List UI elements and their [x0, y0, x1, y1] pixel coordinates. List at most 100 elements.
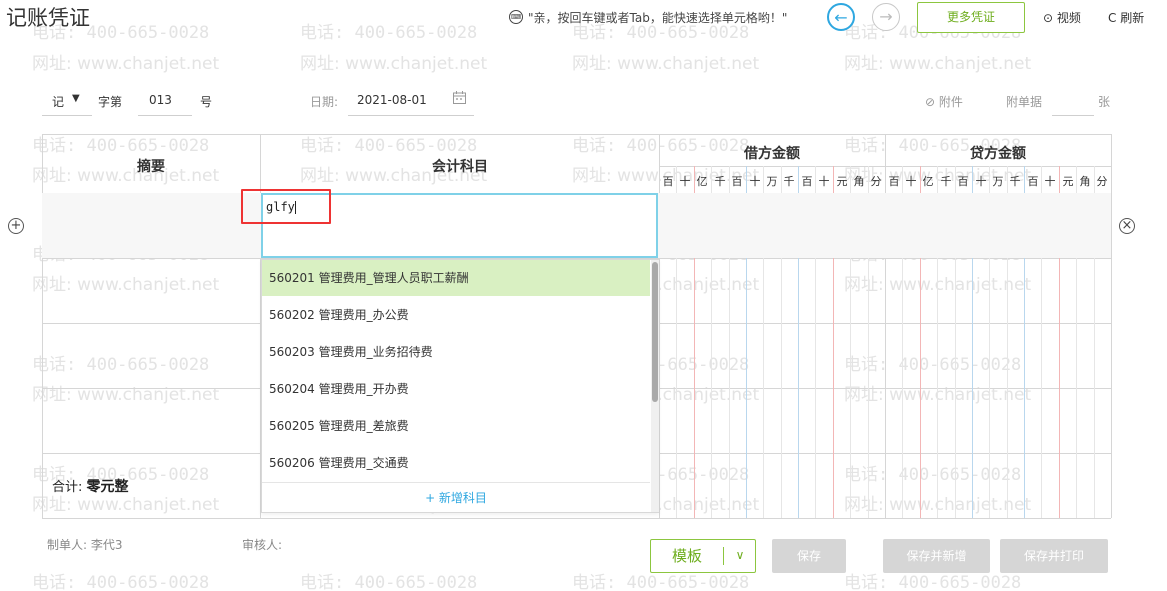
debit-digit-label: 百 [801, 175, 813, 188]
grid-vline [42, 134, 43, 518]
credit-digit-label: 亿 [922, 175, 934, 188]
credit-digit-label: 百 [1027, 175, 1039, 188]
add-account-button[interactable]: + 新增科目 [262, 482, 650, 512]
watermark-phone: 电话: 400-665-0028 [300, 573, 478, 591]
refresh-icon: C [1108, 11, 1117, 25]
account-dropdown: 560201 管理费用_管理人员职工薪酬 560202 管理费用_办公费 560… [261, 259, 659, 513]
grid-hline [42, 518, 1111, 519]
watermark-url: 网址: www.chanjet.net [572, 54, 760, 74]
credit-digit-label: 分 [1096, 175, 1108, 188]
credit-digit-label: 角 [1079, 175, 1091, 188]
total-row: 合计: 零元整 [52, 476, 129, 496]
refresh-label: 刷新 [1120, 11, 1145, 25]
debit-digit-label: 角 [853, 175, 865, 188]
save-and-print-button[interactable]: 保存并打印 [1000, 539, 1108, 573]
credit-digit-label: 千 [940, 175, 952, 188]
date-input[interactable]: 2021-08-01 [348, 90, 474, 116]
col-debit-header: 借方金额 [744, 146, 800, 162]
zi-label: 字第 [98, 95, 123, 109]
watermark-phone: 电话: 400-665-0028 [844, 355, 1022, 375]
save-and-new-button[interactable]: 保存并新增 [883, 539, 990, 573]
template-divider [723, 547, 724, 565]
watermark-phone: 电话: 400-665-0028 [844, 465, 1022, 485]
caret-down-icon: ▼ [72, 93, 80, 104]
dropdown-scrollbar[interactable] [651, 260, 659, 512]
watermark-url: 网址: www.chanjet.net [300, 54, 488, 74]
refresh-button[interactable]: C 刷新 [1108, 9, 1144, 26]
watermark-phone: 电话: 400-665-0028 [32, 355, 210, 375]
grid-vline [885, 134, 886, 518]
bill-unit: 张 [1098, 95, 1111, 109]
debit-digit-label: 元 [836, 175, 848, 188]
credit-digit-label: 百 [888, 175, 900, 188]
col-summary-header: 摘要 [137, 159, 165, 175]
maker-info: 制单人: 李代3 [47, 536, 123, 553]
watermark-url: 网址: www.chanjet.net [32, 385, 220, 405]
debit-digit-label: 百 [662, 175, 674, 188]
dropdown-option[interactable]: 560206 管理费用_交通费 [262, 445, 650, 481]
video-label: 视频 [1056, 11, 1081, 25]
date-label: 日期: [310, 95, 339, 109]
calendar-icon[interactable] [452, 90, 467, 105]
next-voucher-button[interactable]: → [872, 3, 900, 31]
dropdown-option[interactable]: 560205 管理费用_差旅费 [262, 408, 650, 444]
col-account-header: 会计科目 [432, 159, 488, 175]
more-vouchers-button[interactable]: 更多凭证 [917, 2, 1025, 33]
bill-count-input[interactable] [1052, 92, 1094, 116]
voucher-number-input[interactable]: 013 [138, 92, 192, 116]
watermark-phone: 电话: 400-665-0028 [300, 23, 478, 43]
credit-digit-label: 百 [957, 175, 969, 188]
credit-digit-label: 十 [905, 175, 917, 188]
col-credit-header: 贷方金额 [970, 146, 1026, 162]
grid-vline [659, 134, 660, 518]
dropdown-option[interactable]: 560204 管理费用_开办费 [262, 371, 650, 407]
debit-digit-label: 十 [749, 175, 761, 188]
date-value: 2021-08-01 [357, 93, 427, 107]
maker-label: 制单人: [47, 538, 88, 552]
debit-digit-label: 十 [679, 175, 691, 188]
page-title: 记账凭证 [6, 6, 90, 30]
maker-name: 李代3 [90, 538, 123, 552]
watermark-phone: 电话: 400-665-0028 [32, 573, 210, 591]
total-label: 合计: [52, 480, 83, 495]
debit-digit-label: 百 [731, 175, 743, 188]
reviewer-label: 审核人: [242, 538, 283, 552]
save-button[interactable]: 保存 [772, 539, 846, 573]
watermark-url: 网址: www.chanjet.net [32, 275, 220, 295]
prev-voucher-button[interactable]: ← [827, 3, 855, 31]
debit-digit-label: 千 [714, 175, 726, 188]
voucher-type-select[interactable]: 记 ▼ [42, 92, 92, 116]
dropdown-option[interactable]: 560201 管理费用_管理人员职工薪酬 [262, 260, 650, 296]
chevron-down-icon[interactable]: ∨ [727, 540, 753, 572]
grid-hline [42, 134, 1111, 135]
credit-digit-label: 十 [1044, 175, 1056, 188]
voucher-type-value: 记 [52, 95, 65, 109]
hao-label: 号 [200, 95, 213, 109]
debit-digit-label: 十 [818, 175, 830, 188]
dropdown-option[interactable]: 560202 管理费用_办公费 [262, 297, 650, 333]
attachment-button[interactable]: ⊘ 附件 [925, 93, 963, 110]
attachment-label: 附件 [938, 95, 963, 109]
debit-digit-label: 分 [870, 175, 882, 188]
voucher-number-value: 013 [149, 93, 172, 107]
debit-digit-label: 千 [783, 175, 795, 188]
keyboard-icon: ⌨ [509, 10, 523, 24]
credit-digit-label: 千 [1009, 175, 1021, 188]
watermark-url: 网址: www.chanjet.net [844, 54, 1032, 74]
video-button[interactable]: ⊙ 视频 [1043, 9, 1081, 26]
grid-vline [1111, 134, 1112, 518]
dropdown-option[interactable]: 560203 管理费用_业务招待费 [262, 334, 650, 370]
watermark-url: 网址: www.chanjet.net [32, 54, 220, 74]
credit-digit-label: 元 [1062, 175, 1074, 188]
attachment-icon: ⊘ [925, 95, 936, 109]
scrollbar-thumb[interactable] [652, 262, 658, 402]
credit-digit-label: 十 [975, 175, 987, 188]
bill-count-label: 附单据 [1006, 95, 1043, 109]
debit-digit-label: 亿 [696, 175, 708, 188]
template-label: 模板 [671, 547, 702, 565]
add-row-icon[interactable]: + [8, 218, 24, 234]
template-button[interactable]: 模板 ∨ [650, 539, 756, 573]
total-value: 零元整 [86, 479, 129, 495]
delete-row-icon[interactable]: × [1119, 218, 1135, 234]
keyboard-tip: "亲，按回车键或者Tab，能快速选择单元格哟！" [528, 11, 788, 25]
